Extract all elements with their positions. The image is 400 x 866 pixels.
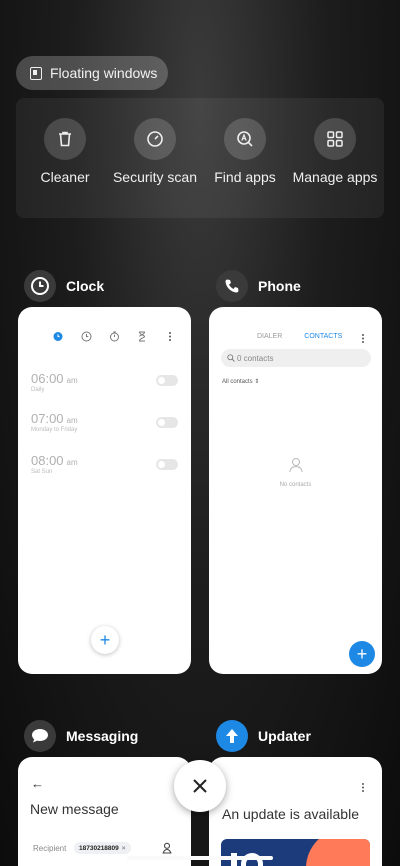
contact-picker-icon[interactable]: [161, 842, 173, 854]
contacts-filter[interactable]: All contacts ⇕: [222, 378, 259, 385]
contacts-search-input[interactable]: 0 contacts: [221, 349, 371, 367]
alarm-time: 08:00: [31, 453, 64, 468]
updater-app-header[interactable]: Updater: [216, 720, 311, 752]
alarm-repeat: Monday to Friday: [31, 427, 78, 433]
find-apps-icon: [224, 118, 266, 160]
clock-app-name: Clock: [66, 278, 105, 294]
update-available-title: An update is available: [222, 806, 359, 822]
new-message-title: New message: [30, 801, 119, 817]
trash-icon: [44, 118, 86, 160]
updater-app-icon: [216, 720, 248, 752]
tab-dialer[interactable]: DIALER: [257, 333, 282, 340]
more-menu-icon[interactable]: [361, 780, 365, 798]
person-icon: [289, 458, 303, 473]
alarm-repeat: Sat Sun: [31, 469, 53, 475]
floating-windows-button[interactable]: Floating windows: [16, 56, 168, 90]
back-arrow-icon[interactable]: ←: [31, 776, 44, 791]
stopwatch-icon[interactable]: [107, 329, 121, 343]
updater-app-card[interactable]: An update is available: [209, 757, 382, 866]
tab-contacts[interactable]: CONTACTS: [304, 333, 342, 340]
security-scan-label: Security scan: [112, 169, 198, 185]
no-contacts-text: No contacts: [279, 482, 312, 488]
cleaner-label: Cleaner: [40, 169, 90, 185]
alarm-item[interactable]: 08:00 am Sat Sun: [31, 453, 78, 475]
alarm-icon[interactable]: [51, 329, 65, 343]
find-apps-tool[interactable]: Find apps: [200, 98, 290, 218]
alarm-item[interactable]: 06:00 am Daily: [31, 371, 78, 393]
more-menu-icon[interactable]: [163, 329, 177, 343]
close-all-button[interactable]: [174, 760, 226, 812]
clock-app-card[interactable]: 06:00 am Daily 07:00 am Monday to Friday 0…: [18, 307, 191, 674]
close-icon: [193, 779, 207, 793]
manage-apps-label: Manage apps: [292, 169, 378, 185]
contacts-search-placeholder: 0 contacts: [237, 353, 274, 363]
clock-app-icon: [24, 270, 56, 302]
quick-tools-panel: Cleaner Security scan Find apps Manage a…: [16, 98, 384, 218]
world-clock-icon[interactable]: [79, 329, 93, 343]
phone-app-icon: [216, 270, 248, 302]
alarm-time: 07:00: [31, 411, 64, 426]
security-scan-tool[interactable]: Security scan: [110, 98, 200, 218]
security-gauge-icon: [134, 118, 176, 160]
add-contact-button[interactable]: +: [349, 641, 375, 667]
messaging-app-icon: [24, 720, 56, 752]
update-banner-image: [221, 839, 370, 866]
contacts-filter-label: All contacts: [222, 379, 253, 385]
alarm-time: 06:00: [31, 371, 64, 386]
remove-recipient-icon[interactable]: ×: [122, 845, 126, 852]
cleaner-tool[interactable]: Cleaner: [20, 98, 110, 218]
add-alarm-button[interactable]: +: [91, 626, 119, 654]
alarm-item[interactable]: 07:00 am Monday to Friday: [31, 411, 78, 433]
sort-icon: ⇕: [254, 379, 260, 385]
messaging-app-card[interactable]: ← New message Recipient 18730218809 ×: [18, 757, 191, 866]
find-apps-label: Find apps: [214, 169, 276, 185]
clock-app-header[interactable]: Clock: [24, 270, 104, 302]
home-indicator[interactable]: [127, 856, 273, 860]
updater-app-name: Updater: [258, 728, 311, 744]
recipient-chip[interactable]: 18730218809 ×: [74, 842, 131, 854]
alarm-ampm: am: [66, 416, 78, 425]
alarm-ampm: am: [66, 458, 78, 467]
phone-app-card[interactable]: DIALER CONTACTS 0 contacts All contacts …: [209, 307, 382, 674]
floating-windows-label: Floating windows: [50, 65, 158, 81]
clock-tabs: [51, 329, 177, 343]
recipient-label: Recipient: [33, 844, 67, 853]
messaging-app-header[interactable]: Messaging: [24, 720, 138, 752]
recipient-number: 18730218809: [79, 844, 119, 852]
alarm-ampm: am: [66, 376, 78, 385]
phone-app-name: Phone: [258, 278, 301, 294]
alarm-toggle[interactable]: [156, 459, 178, 470]
grid-icon: [314, 118, 356, 160]
alarm-toggle[interactable]: [156, 417, 178, 428]
more-menu-icon[interactable]: [361, 331, 365, 349]
search-icon: [227, 354, 235, 362]
manage-apps-tool[interactable]: Manage apps: [290, 98, 380, 218]
alarm-repeat: Daily: [31, 387, 45, 393]
alarm-toggle[interactable]: [156, 375, 178, 386]
phone-app-header[interactable]: Phone: [216, 270, 301, 302]
timer-icon[interactable]: [135, 329, 149, 343]
floating-window-icon: [30, 66, 42, 80]
messaging-app-name: Messaging: [66, 728, 139, 744]
